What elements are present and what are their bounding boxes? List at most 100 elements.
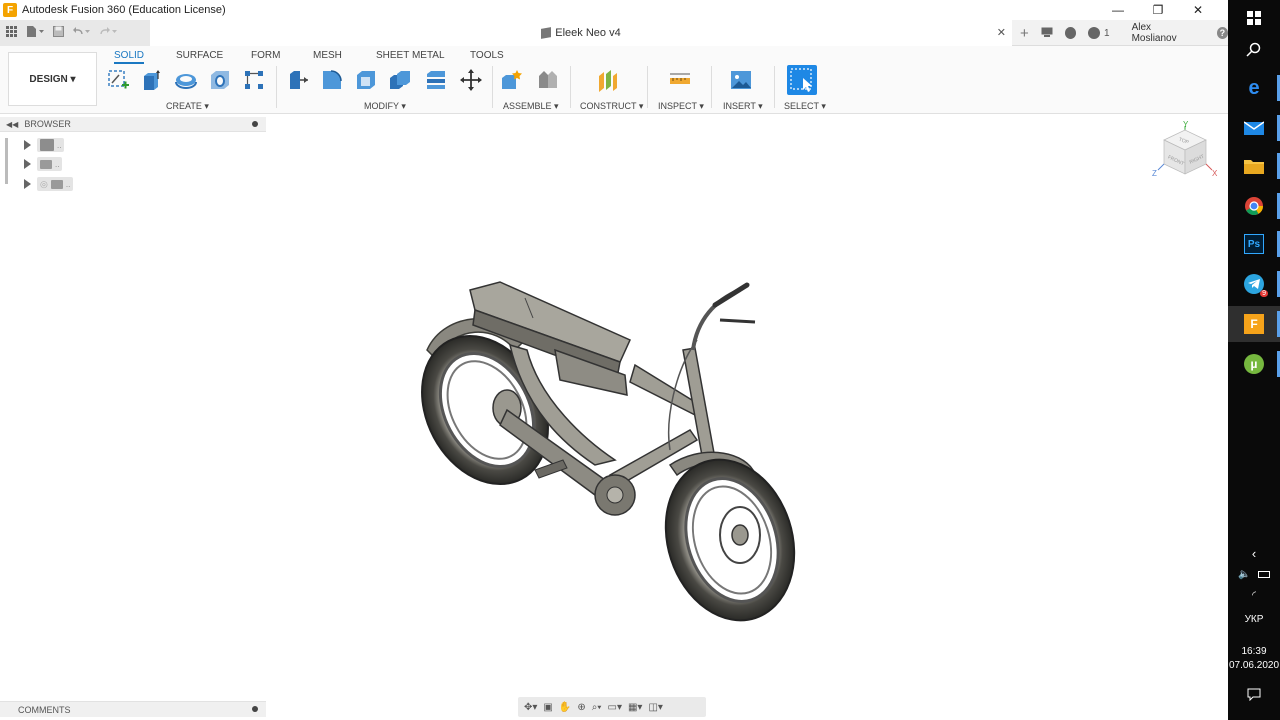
taskbar-photoshop[interactable]: Ps — [1228, 226, 1280, 262]
construct-menu-button[interactable]: CONSTRUCT ▾ — [580, 101, 643, 112]
insert-menu-button[interactable]: INSERT ▾ — [723, 101, 763, 112]
pin-browser-icon[interactable] — [252, 121, 258, 127]
browser-node-item[interactable]: .. — [37, 138, 65, 152]
tab-form[interactable]: FORM — [251, 50, 280, 61]
grid-settings-icon[interactable]: ▦▾ — [628, 702, 642, 713]
pin-comments-icon[interactable] — [252, 706, 258, 712]
network-wifi-icon[interactable]: ◜ — [1228, 590, 1280, 601]
fillet-icon[interactable] — [320, 68, 344, 92]
expand-triangle-icon[interactable] — [24, 159, 31, 169]
insert-canvas-icon[interactable] — [729, 68, 753, 92]
pan-hand-icon[interactable]: ✋ — [559, 702, 571, 713]
collapse-browser-icon[interactable]: ◀◀ — [6, 120, 18, 129]
close-button[interactable]: ✕ — [1178, 3, 1218, 17]
joint-icon[interactable] — [536, 68, 560, 92]
tab-sheet-metal[interactable]: SHEET METAL — [376, 50, 445, 61]
display-settings-icon[interactable]: ▭▾ — [608, 702, 622, 713]
inspect-menu-button[interactable]: INSPECT ▾ — [658, 101, 704, 112]
search-button[interactable] — [1228, 32, 1280, 68]
move-copy-icon[interactable] — [459, 68, 483, 92]
notification-count: 1 — [1104, 27, 1110, 39]
restore-button[interactable]: ❐ — [1138, 3, 1178, 17]
taskbar-utorrent[interactable]: µ — [1228, 346, 1280, 382]
volume-icon[interactable]: 🔈 — [1238, 569, 1250, 580]
viewcube[interactable]: Y TOP FRONT RIGHT Z X — [1150, 118, 1220, 188]
shell-icon[interactable] — [354, 68, 378, 92]
clock-time[interactable]: 16:39 — [1228, 646, 1280, 657]
extensions-icon[interactable] — [1041, 27, 1053, 40]
browser-node-item[interactable]: .. — [37, 157, 63, 171]
fit-zoom-icon[interactable]: ⌕▾ — [592, 702, 602, 713]
show-hidden-icons-chevron-icon[interactable]: ‹ — [1228, 546, 1280, 561]
extrude-icon[interactable] — [140, 68, 164, 92]
split-body-icon[interactable] — [424, 68, 448, 92]
axis-y-label: Y — [1183, 120, 1189, 129]
modify-menu-button[interactable]: MODIFY ▾ — [364, 101, 406, 112]
document-tab[interactable]: Eleek Neo v4 ✕ — [150, 20, 1012, 46]
telegram-icon: 9 — [1244, 274, 1268, 297]
start-button[interactable] — [1228, 0, 1280, 36]
ribbon-divider — [276, 66, 277, 108]
tab-solid[interactable]: SOLID — [114, 50, 145, 64]
minimize-button[interactable]: — — [1098, 3, 1138, 17]
pattern-icon[interactable] — [242, 68, 266, 92]
browser-panel-header[interactable]: ◀◀ BROWSER — [0, 117, 266, 132]
user-name[interactable]: Alex Moslianov — [1132, 22, 1195, 44]
tab-mesh[interactable]: MESH — [313, 50, 342, 61]
ribbon-divider — [570, 66, 571, 108]
expand-triangle-icon[interactable] — [24, 179, 31, 189]
redo-icon[interactable] — [100, 26, 118, 40]
save-icon[interactable] — [53, 26, 64, 40]
close-document-button[interactable]: ✕ — [997, 26, 1006, 39]
new-tab-plus-icon[interactable]: + — [1020, 25, 1029, 42]
assemble-menu-button[interactable]: ASSEMBLE ▾ — [503, 101, 559, 112]
file-menu-icon[interactable] — [26, 26, 44, 40]
viewports-icon[interactable]: ◫▾ — [648, 702, 662, 713]
combine-icon[interactable] — [388, 68, 412, 92]
bike-3d-model[interactable] — [415, 270, 815, 635]
job-status-icon[interactable] — [1064, 27, 1077, 39]
browser-scrollbar[interactable] — [5, 138, 8, 184]
taskbar-mail[interactable] — [1228, 110, 1280, 146]
notifications-group[interactable]: 1 — [1088, 27, 1110, 39]
browser-node[interactable]: ◎ .. — [24, 176, 74, 192]
tab-surface[interactable]: SURFACE — [176, 50, 223, 61]
orbit-icon[interactable]: ✥▾ — [524, 702, 537, 713]
browser-node[interactable]: .. — [24, 137, 65, 153]
taskbar-telegram[interactable]: 9 — [1228, 266, 1280, 302]
language-indicator[interactable]: УКР — [1228, 614, 1280, 625]
select-menu-button[interactable]: SELECT ▾ — [784, 101, 826, 112]
taskbar-fusion[interactable]: F — [1228, 306, 1280, 342]
look-at-icon[interactable]: ▣ — [543, 702, 552, 713]
visibility-eye-icon[interactable]: ◎ — [40, 179, 48, 190]
measure-icon[interactable] — [668, 68, 692, 92]
workspace-switcher-button[interactable]: DESIGN ▾ — [8, 52, 97, 106]
create-menu-button[interactable]: CREATE ▾ — [166, 101, 209, 112]
comments-panel-header[interactable]: COMMENTS — [0, 701, 266, 717]
expand-triangle-icon[interactable] — [24, 140, 31, 150]
mail-icon — [1244, 121, 1264, 135]
tab-tools[interactable]: TOOLS — [470, 50, 504, 61]
new-component-icon[interactable] — [500, 68, 524, 92]
help-icon[interactable]: ? — [1216, 27, 1228, 39]
create-sketch-icon[interactable] — [106, 68, 130, 92]
undo-icon[interactable] — [73, 26, 91, 40]
hole-icon[interactable] — [208, 68, 232, 92]
taskbar-edge[interactable]: e — [1228, 70, 1280, 106]
press-pull-icon[interactable] — [286, 68, 310, 92]
zoom-icon[interactable]: ⊕ — [577, 702, 585, 713]
taskbar-chrome[interactable] — [1228, 188, 1280, 224]
offset-plane-icon[interactable] — [596, 68, 620, 92]
taskbar-explorer[interactable] — [1228, 148, 1280, 184]
navigation-toolbar: ✥▾ ▣ ✋ ⊕ ⌕▾ ▭▾ ▦▾ ◫▾ — [518, 697, 706, 717]
select-tool-icon[interactable] — [787, 65, 817, 95]
search-icon — [1246, 42, 1261, 57]
browser-node[interactable]: .. — [24, 156, 63, 172]
data-panel-grid-icon[interactable] — [6, 26, 17, 40]
battery-icon[interactable] — [1257, 570, 1270, 578]
action-center-icon[interactable] — [1228, 688, 1280, 704]
browser-node-item[interactable]: ◎ .. — [37, 177, 74, 191]
revolve-icon[interactable] — [174, 68, 198, 92]
volume-battery-tray[interactable]: 🔈 — [1228, 569, 1280, 580]
clock-date[interactable]: 07.06.2020 — [1228, 660, 1280, 671]
